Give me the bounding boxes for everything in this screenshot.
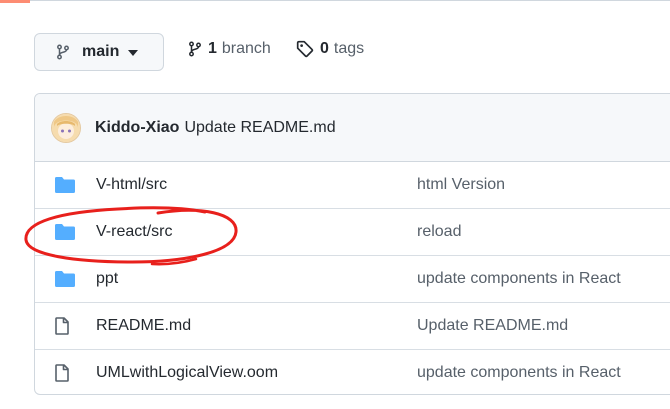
folder-icon (55, 224, 75, 240)
branch-select-button[interactable]: main (34, 33, 164, 71)
file-commit-message-link[interactable]: update components in React (417, 270, 621, 288)
folder-icon (55, 271, 75, 287)
file-icon (55, 364, 69, 382)
file-name-link[interactable]: README.md (96, 317, 191, 335)
file-icon (55, 317, 69, 335)
file-row[interactable]: V-react/src reload (35, 208, 670, 255)
file-commit-message-link[interactable]: Update README.md (417, 317, 568, 335)
git-branch-icon (57, 44, 69, 60)
latest-commit-bar: Kiddo-Xiao Update README.md (35, 94, 670, 162)
file-row[interactable]: UMLwithLogicalView.oom update components … (35, 349, 670, 394)
commit-author-link[interactable]: Kiddo-Xiao (95, 119, 179, 137)
header-divider (0, 0, 670, 1)
branches-link[interactable]: 1 branch (187, 40, 271, 58)
file-list: V-html/src html Version V-react/src reload p… (35, 162, 670, 394)
branch-label: branch (221, 40, 271, 57)
branch-name: main (82, 43, 120, 60)
tag-count: 0 (320, 40, 329, 57)
avatar[interactable] (51, 112, 81, 143)
file-row[interactable]: README.md Update README.md (35, 302, 670, 349)
caret-down-icon (128, 50, 139, 56)
git-branch-icon (189, 41, 201, 57)
selected-tab-underline (0, 0, 30, 3)
tags-link[interactable]: 0 tags (296, 40, 364, 58)
file-row[interactable]: V-html/src html Version (35, 162, 670, 208)
file-commit-message-link[interactable]: html Version (417, 176, 505, 194)
file-commit-message-link[interactable]: reload (417, 223, 461, 241)
branch-count: 1 (208, 40, 217, 57)
file-browser: Kiddo-Xiao Update README.md V-html/src ht… (34, 93, 670, 395)
tag-label: tags (333, 40, 365, 57)
avatar-image (52, 113, 80, 142)
commit-message-link[interactable]: Update README.md (184, 119, 335, 137)
file-name-link[interactable]: ppt (96, 270, 118, 288)
tag-icon (296, 40, 314, 58)
file-name-link[interactable]: V-html/src (96, 176, 167, 194)
file-name-link[interactable]: UMLwithLogicalView.oom (96, 364, 278, 382)
file-name-link[interactable]: V-react/src (96, 223, 172, 241)
folder-icon (55, 177, 75, 193)
file-row[interactable]: ppt update components in React (35, 255, 670, 302)
file-commit-message-link[interactable]: update components in React (417, 364, 621, 382)
